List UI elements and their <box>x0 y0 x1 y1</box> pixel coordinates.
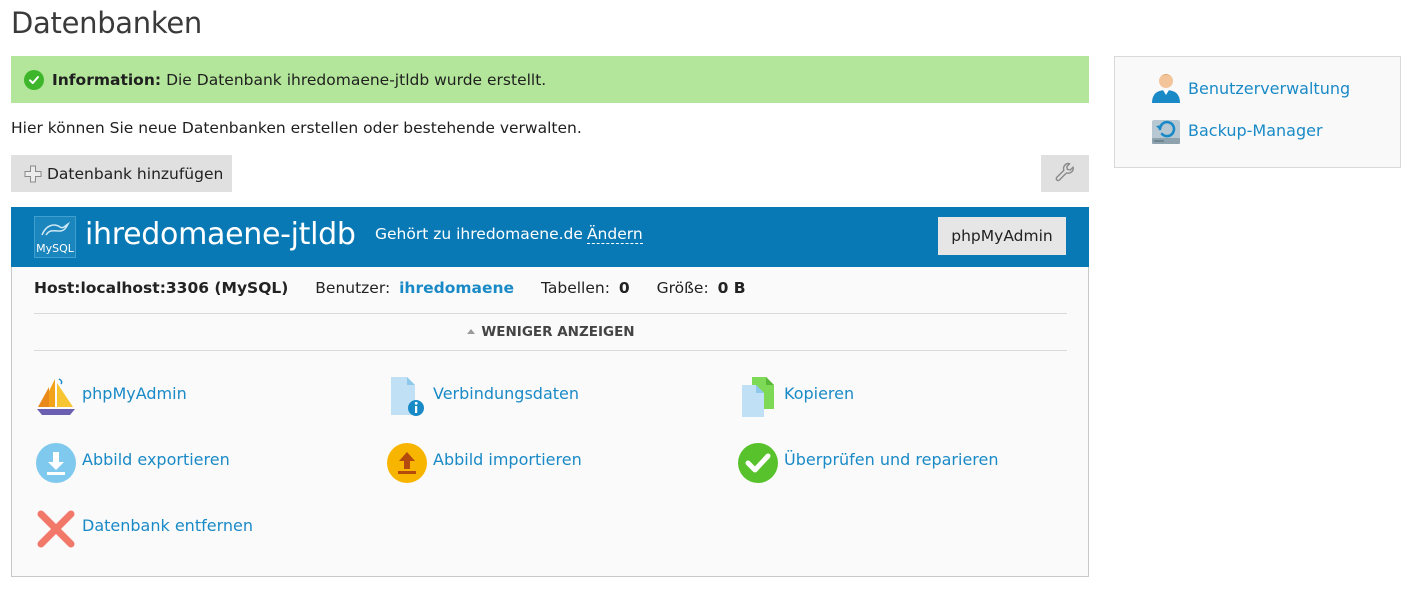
import-icon <box>385 441 429 485</box>
sidebar-item-label: Benutzerverwaltung <box>1188 78 1351 98</box>
action-phpmyadmin[interactable]: phpMyAdmin <box>34 375 187 419</box>
add-database-button[interactable]: Datenbank hinzufügen <box>11 155 232 192</box>
action-label: phpMyAdmin <box>82 384 187 403</box>
check-icon <box>736 441 780 485</box>
action-label: Überprüfen und reparieren <box>784 450 999 469</box>
user-label: Benutzer: <box>315 279 391 297</box>
tables-label: Tabellen: <box>540 279 610 297</box>
action-copy[interactable]: Kopieren <box>736 375 854 419</box>
database-name: ihredomaene-jtldb <box>85 217 356 252</box>
action-import-dump[interactable]: Abbild importieren <box>385 441 582 485</box>
sidebar-item-user-management[interactable]: Benutzerverwaltung <box>1151 72 1350 104</box>
divider <box>34 313 1067 314</box>
action-connection-data[interactable]: Verbindungsdaten <box>385 375 579 419</box>
sidebar-item-label: Backup-Manager <box>1188 120 1323 140</box>
info-text: Die Datenbank ihredomaene-jtldb wurde er… <box>166 70 547 89</box>
action-label: Verbindungsdaten <box>433 384 580 403</box>
database-card: MySQL ihredomaene-jtldb Gehört zu ihredo… <box>11 207 1089 577</box>
info-label: Information: <box>52 70 162 89</box>
show-less-toggle[interactable]: WENIGER ANZEIGEN <box>12 324 1090 340</box>
tools-button[interactable] <box>1041 155 1089 192</box>
size-value: 0 B <box>717 279 746 297</box>
tables-count: 0 <box>618 279 630 297</box>
action-label: Datenbank entfernen <box>82 516 253 535</box>
caret-up-icon <box>467 329 476 334</box>
copy-icon <box>736 375 780 419</box>
sailboat-icon <box>34 375 78 419</box>
database-header: MySQL ihredomaene-jtldb Gehört zu ihredo… <box>11 207 1089 267</box>
export-icon <box>34 441 78 485</box>
mysql-logo-icon: MySQL <box>34 216 76 258</box>
action-label: Abbild exportieren <box>82 450 230 469</box>
action-label: Kopieren <box>784 384 855 403</box>
sidebar-item-backup-manager[interactable]: Backup-Manager <box>1151 114 1323 146</box>
user-link[interactable]: ihredomaene <box>399 279 514 297</box>
action-export-dump[interactable]: Abbild exportieren <box>34 441 230 485</box>
phpmyadmin-button[interactable]: phpMyAdmin <box>938 217 1066 255</box>
host-info: Host:localhost:3306 (MySQL) <box>34 279 289 297</box>
remove-icon <box>34 507 78 551</box>
size-label: Größe: <box>656 279 709 297</box>
add-database-label: Datenbank hinzufügen <box>47 164 224 183</box>
mysql-logo-text: MySQL <box>36 242 74 255</box>
action-remove-database[interactable]: Datenbank entfernen <box>34 507 253 551</box>
backup-icon <box>1151 114 1181 146</box>
page-title: Datenbanken <box>11 6 202 40</box>
divider <box>34 350 1067 351</box>
sidebar: Benutzerverwaltung Backup-Manager <box>1114 56 1401 168</box>
page-description: Hier können Sie neue Datenbanken erstell… <box>11 119 582 137</box>
database-stats: Host:localhost:3306 (MySQL) Benutzer: ih… <box>34 279 768 297</box>
show-less-label: WENIGER ANZEIGEN <box>481 324 635 340</box>
owner-text: Gehört zu ihredomaene.de <box>375 225 583 243</box>
check-circle-icon <box>24 69 44 90</box>
database-owner: Gehört zu ihredomaene.de Ändern <box>375 225 643 244</box>
wrench-icon <box>1054 161 1076 186</box>
plus-icon <box>24 165 42 183</box>
user-icon <box>1151 72 1181 104</box>
action-check-repair[interactable]: Überprüfen und reparieren <box>736 441 999 485</box>
info-message: Information: Die Datenbank ihredomaene-j… <box>11 56 1089 103</box>
action-label: Abbild importieren <box>433 450 582 469</box>
change-owner-link[interactable]: Ändern <box>586 225 643 244</box>
info-document-icon <box>385 375 429 419</box>
